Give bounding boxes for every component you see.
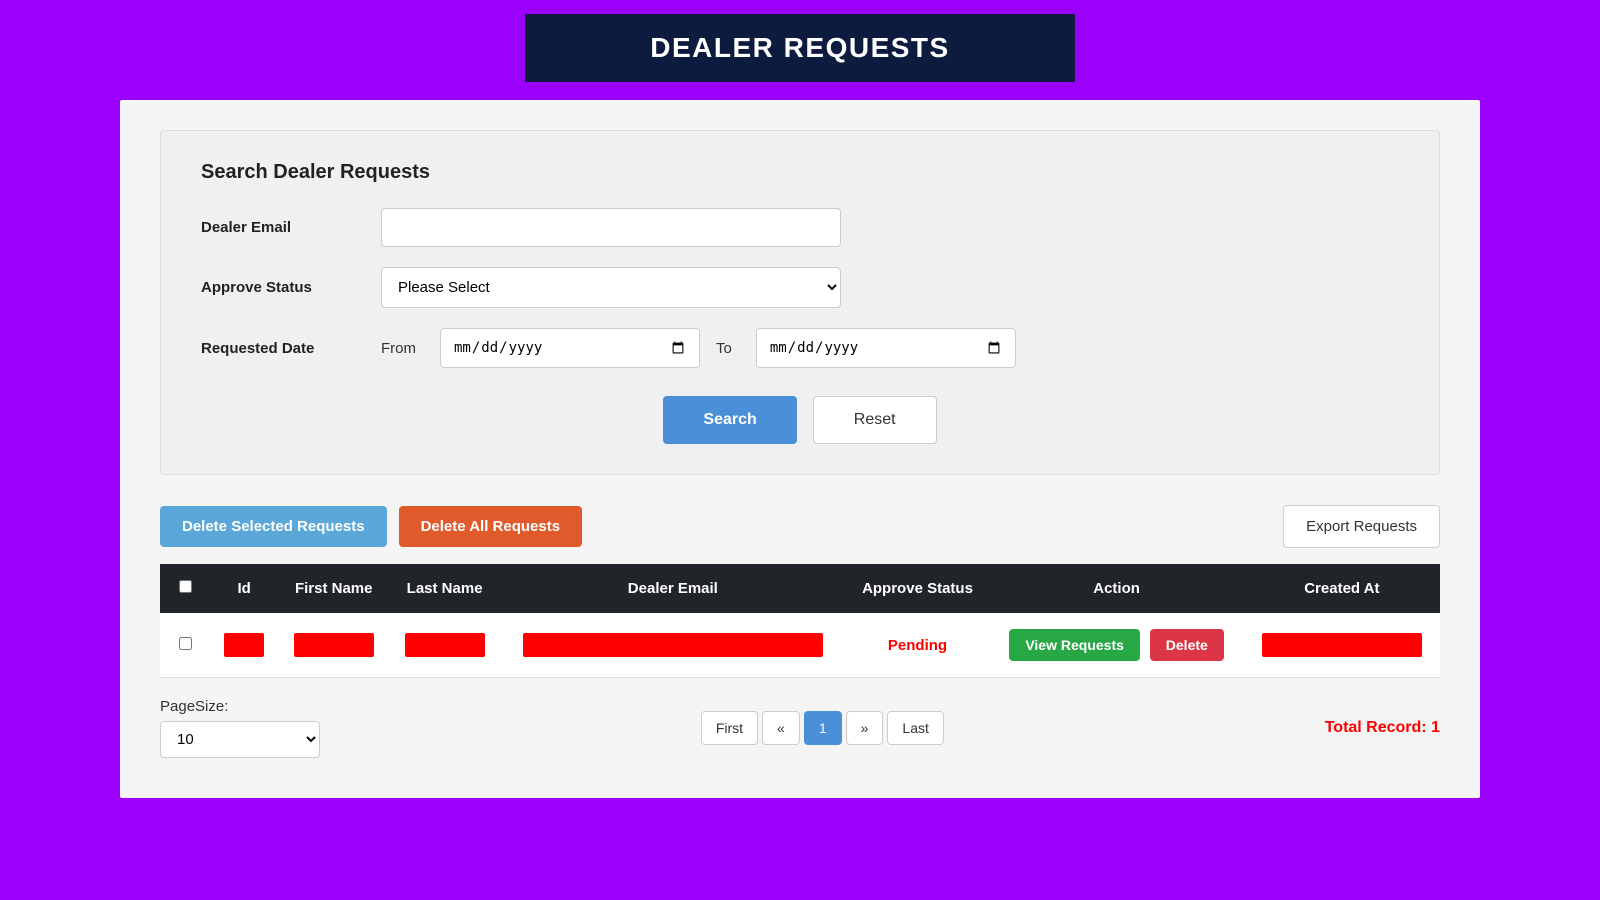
page-title: DEALER REQUESTS (565, 32, 1035, 64)
row-dealer-email (500, 613, 846, 678)
from-label: From (381, 340, 416, 357)
pagination-row: PageSize: 10 25 50 100 First « 1 » Last … (160, 698, 1440, 758)
next-page-button[interactable]: » (846, 711, 884, 745)
requested-date-row: Requested Date From To (201, 328, 1399, 368)
date-range: From To (381, 328, 1016, 368)
delete-selected-button[interactable]: Delete Selected Requests (160, 506, 387, 547)
data-table: Id First Name Last Name Dealer Email App… (160, 564, 1440, 678)
row-id (210, 613, 278, 678)
delete-row-button[interactable]: Delete (1150, 629, 1224, 661)
export-button[interactable]: Export Requests (1283, 505, 1440, 548)
first-page-button[interactable]: First (701, 711, 758, 745)
action-buttons-left: Delete Selected Requests Delete All Requ… (160, 506, 582, 547)
id-redacted (224, 633, 264, 657)
row-checkbox-cell (160, 613, 210, 678)
last-name-redacted (405, 633, 485, 657)
total-record: Total Record: 1 (1325, 719, 1440, 737)
page-size-select[interactable]: 10 25 50 100 (160, 721, 320, 758)
last-page-button[interactable]: Last (887, 711, 943, 745)
col-approve-status: Approve Status (846, 564, 990, 613)
row-first-name (278, 613, 389, 678)
row-action: View Requests Delete (989, 613, 1243, 678)
row-last-name (389, 613, 500, 678)
page-header: DEALER REQUESTS (525, 14, 1075, 82)
table-actions: Delete Selected Requests Delete All Requ… (160, 505, 1440, 548)
page-size-section: PageSize: 10 25 50 100 (160, 698, 320, 758)
requested-date-label: Requested Date (201, 340, 381, 357)
date-from-input[interactable] (440, 328, 700, 368)
page-size-label: PageSize: (160, 698, 320, 715)
pagination-controls: First « 1 » Last (701, 711, 944, 745)
prev-page-button[interactable]: « (762, 711, 800, 745)
view-requests-button[interactable]: View Requests (1009, 629, 1140, 661)
search-section-title: Search Dealer Requests (201, 161, 1399, 184)
dealer-email-input[interactable] (381, 208, 841, 247)
col-dealer-email: Dealer Email (500, 564, 846, 613)
dealer-email-row: Dealer Email (201, 208, 1399, 247)
to-label: To (716, 340, 732, 357)
table-header-row: Id First Name Last Name Dealer Email App… (160, 564, 1440, 613)
dealer-email-redacted (523, 633, 823, 657)
approve-status-select[interactable]: Please Select Pending Approved Rejected (381, 267, 841, 308)
reset-button[interactable]: Reset (813, 396, 937, 444)
current-page-button[interactable]: 1 (804, 711, 842, 745)
approve-status-label: Approve Status (201, 279, 381, 296)
approve-status-row: Approve Status Please Select Pending App… (201, 267, 1399, 308)
select-all-header (160, 564, 210, 613)
main-container: Search Dealer Requests Dealer Email Appr… (120, 100, 1480, 798)
created-at-redacted (1262, 633, 1422, 657)
total-record-label: Total Record: (1325, 719, 1427, 736)
select-all-checkbox[interactable] (179, 580, 192, 593)
col-created-at: Created At (1244, 564, 1440, 613)
row-approve-status: Pending (846, 613, 990, 678)
search-button[interactable]: Search (663, 396, 796, 444)
table-row: Pending View Requests Delete (160, 613, 1440, 678)
row-created-at (1244, 613, 1440, 678)
dealer-email-label: Dealer Email (201, 219, 381, 236)
col-action: Action (989, 564, 1243, 613)
status-badge: Pending (888, 637, 947, 654)
total-record-value: 1 (1431, 719, 1440, 736)
col-first-name: First Name (278, 564, 389, 613)
delete-all-button[interactable]: Delete All Requests (399, 506, 583, 547)
col-id: Id (210, 564, 278, 613)
first-name-redacted (294, 633, 374, 657)
col-last-name: Last Name (389, 564, 500, 613)
row-checkbox[interactable] (179, 637, 192, 650)
date-to-input[interactable] (756, 328, 1016, 368)
search-buttons: Search Reset (201, 396, 1399, 444)
search-section: Search Dealer Requests Dealer Email Appr… (160, 130, 1440, 475)
